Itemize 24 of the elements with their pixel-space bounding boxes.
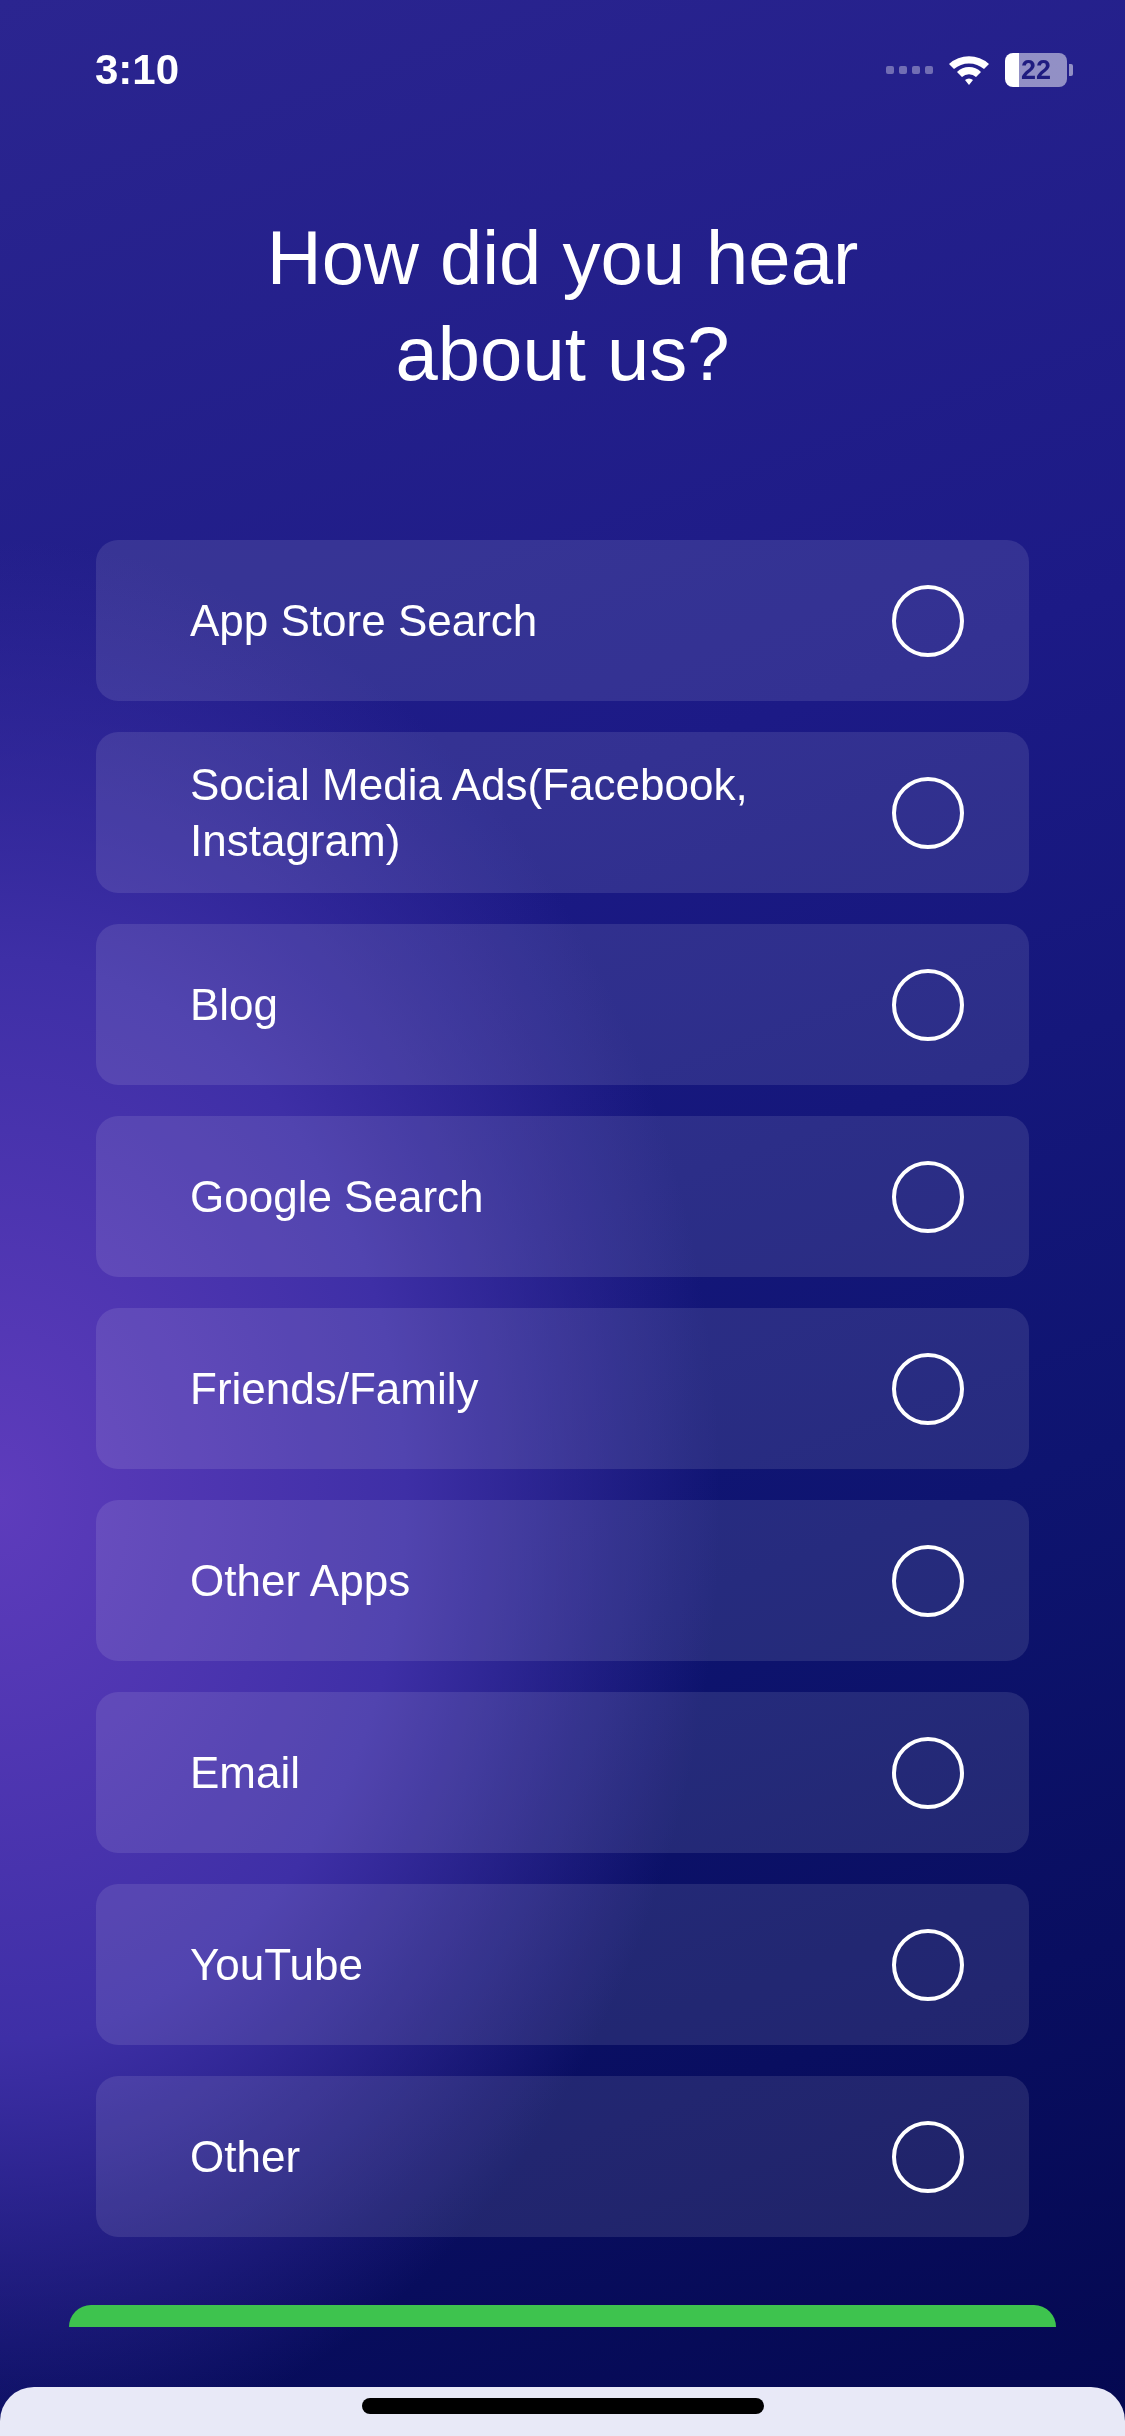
radio-icon	[891, 1159, 965, 1234]
radio-icon	[891, 1351, 965, 1426]
wifi-icon	[947, 53, 991, 87]
radio-icon	[891, 1543, 965, 1618]
signal-icon	[886, 66, 933, 74]
radio-icon	[891, 967, 965, 1042]
option-item[interactable]: Social Media Ads(Facebook, Instagram)	[96, 732, 1029, 893]
option-item[interactable]: Other Apps	[96, 1500, 1029, 1661]
radio-icon	[891, 2119, 965, 2194]
option-item[interactable]: Google Search	[96, 1116, 1029, 1277]
option-item[interactable]: App Store Search	[96, 540, 1029, 701]
action-button[interactable]	[69, 2305, 1056, 2327]
status-time: 3:10	[95, 46, 180, 94]
radio-icon	[891, 1735, 965, 1810]
page-title: How did you hear about us?	[265, 214, 860, 398]
radio-icon	[891, 1927, 965, 2002]
radio-icon	[891, 583, 965, 658]
option-item[interactable]: Email	[96, 1692, 1029, 1853]
option-item[interactable]: Other	[96, 2076, 1029, 2237]
option-item[interactable]: Blog	[96, 924, 1029, 1085]
radio-icon	[891, 775, 965, 850]
battery-level: 22	[1020, 54, 1051, 86]
option-item[interactable]: YouTube	[96, 1884, 1029, 2045]
option-item[interactable]: Friends/Family	[96, 1308, 1029, 1469]
